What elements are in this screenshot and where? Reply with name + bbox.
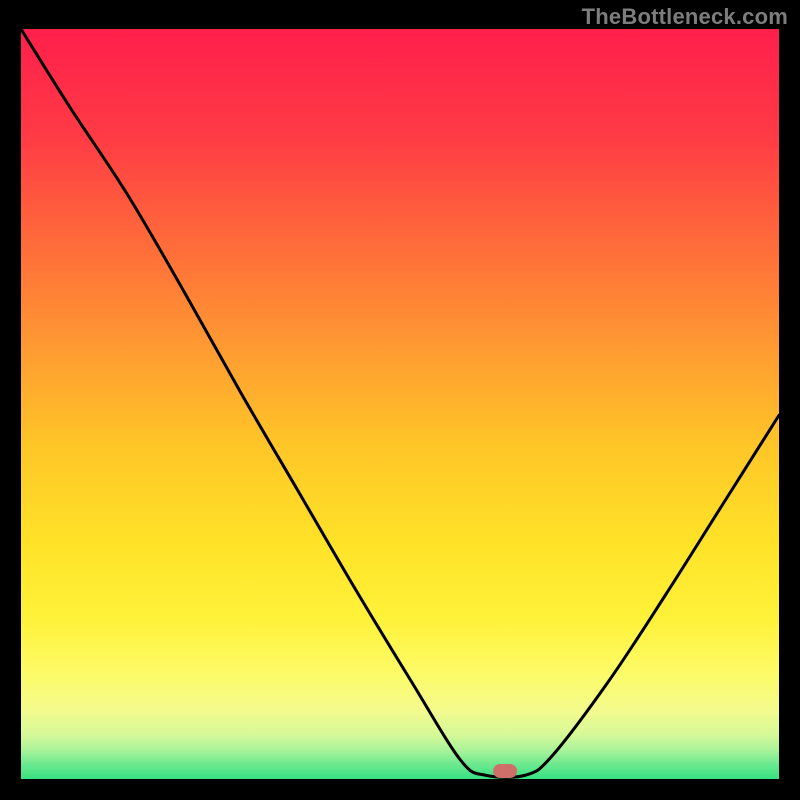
bottleneck-curve	[21, 29, 779, 777]
curve-svg	[21, 29, 779, 779]
watermark-text: TheBottleneck.com	[582, 4, 788, 30]
plot-area	[21, 29, 779, 779]
optimal-marker	[493, 764, 517, 778]
chart-frame: TheBottleneck.com	[0, 0, 800, 800]
